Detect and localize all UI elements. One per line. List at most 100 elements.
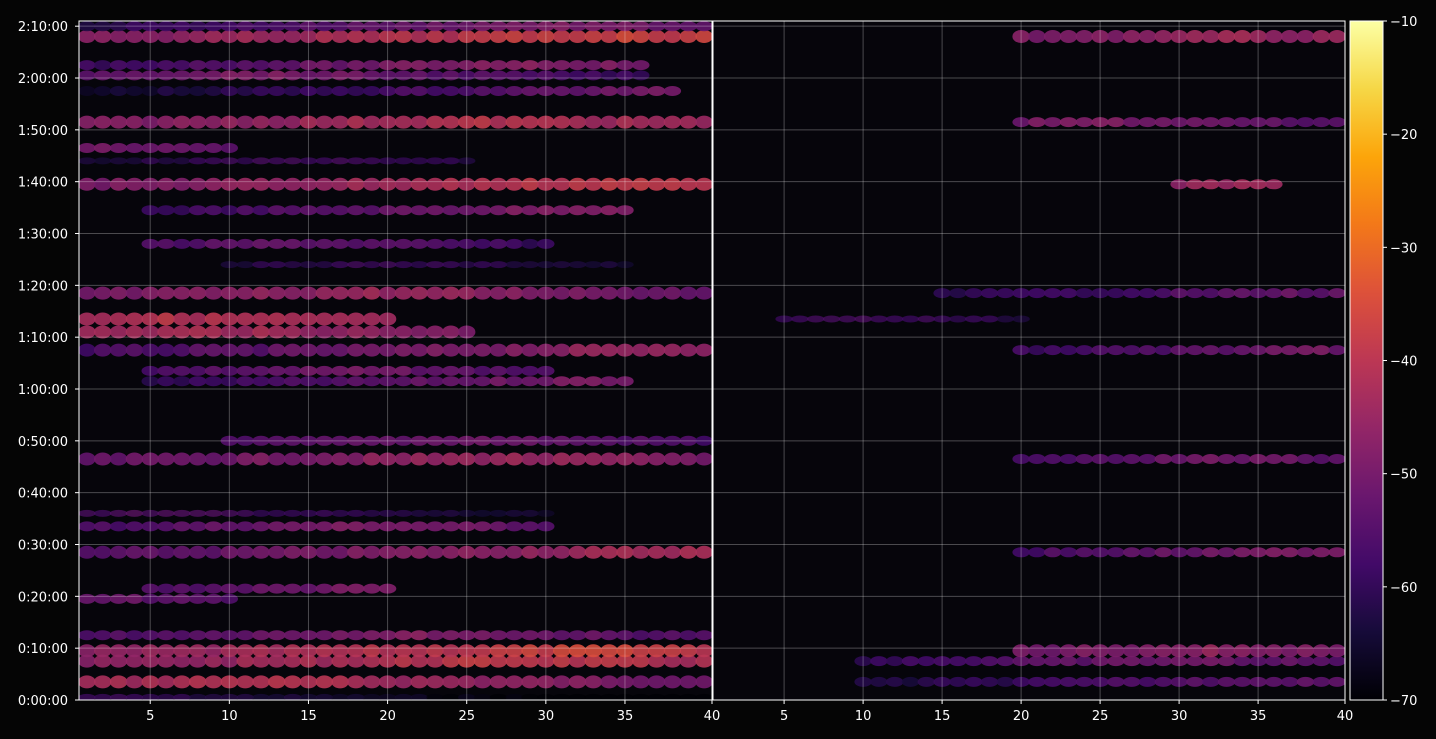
heatmap-cell-left-r9-x28 xyxy=(505,509,523,517)
heatmap-cell-left-r25-x28 xyxy=(505,86,523,96)
heatmap-cell-left-r3-x32 xyxy=(568,644,587,658)
heatmap-cell-left-r23-x1 xyxy=(79,143,96,153)
heatmap-cell-left-r28-x2 xyxy=(94,30,112,43)
heatmap-cell-left-r21-x19 xyxy=(363,177,381,191)
heatmap-cell-left-r10-x37 xyxy=(647,452,666,466)
heatmap-cell-left-r21-x6 xyxy=(157,177,175,191)
heatmap-cell-left-r6-x19 xyxy=(363,583,381,594)
heatmap-cell-left-r19-x23 xyxy=(426,238,444,249)
heatmap-cell-right-r9-x21 xyxy=(1028,117,1046,128)
heatmap-cell-right-r5-x26 xyxy=(1107,345,1125,356)
heatmap-cell-left-r13-x29 xyxy=(521,365,539,376)
heatmap-cell-left-r13-x19 xyxy=(363,365,381,376)
heatmap-cell-left-r14-x31 xyxy=(553,343,571,357)
heatmap-cell-left-r25-x34 xyxy=(600,86,618,96)
heatmap-cell-left-r12-x19 xyxy=(363,376,381,387)
heatmap-cell-left-r1-x16 xyxy=(315,675,333,689)
x-tick-label-left-15: 15 xyxy=(300,709,317,724)
heatmap-cell-left-r24-x16 xyxy=(315,115,333,129)
heatmap-cell-left-r3-x19 xyxy=(363,644,381,658)
heatmap-cell-left-r22-x9 xyxy=(204,157,223,165)
heatmap-cell-left-r21-x37 xyxy=(647,177,666,191)
heatmap-cell-left-r17-x21 xyxy=(394,286,413,300)
heatmap-cell-left-r28-x18 xyxy=(347,30,365,43)
heatmap-cell-right-r7-x23 xyxy=(1059,288,1078,299)
heatmap-cell-right-r10-x37 xyxy=(1281,30,1299,43)
heatmap-cell-left-r7-x3 xyxy=(109,545,128,559)
heatmap-cell-left-r20-x27 xyxy=(489,205,508,216)
heatmap-cell-left-r10-x34 xyxy=(600,452,618,466)
heatmap-cell-left-r14-x17 xyxy=(331,343,349,357)
heatmap-cell-left-r20-x28 xyxy=(505,205,523,216)
heatmap-cell-left-r27-x24 xyxy=(442,60,460,71)
x-tick-label-right-15: 15 xyxy=(934,709,951,724)
heatmap-cell-left-r12-x9 xyxy=(204,376,223,387)
heatmap-cell-left-r12-x13 xyxy=(268,376,286,387)
heatmap-cell-left-r21-x2 xyxy=(94,177,112,191)
heatmap-cell-left-r25-x31 xyxy=(553,86,571,96)
heatmap-cell-left-r22-x22 xyxy=(410,157,428,165)
heatmap-cell-left-r8-x21 xyxy=(394,521,413,532)
heatmap-cell-left-r10-x11 xyxy=(236,452,254,466)
heatmap-cell-right-r6-x14 xyxy=(917,315,935,323)
x-tick-label-right-40: 40 xyxy=(1337,709,1354,724)
heatmap-cell-left-r27-x29 xyxy=(521,60,539,71)
heatmap-cell-right-r1-x21 xyxy=(1028,656,1046,667)
heatmap-cell-left-r18-x12 xyxy=(252,261,270,269)
heatmap-cell-right-r6-x9 xyxy=(838,315,856,323)
heatmap-cell-left-r13-x24 xyxy=(442,365,460,376)
heatmap-cell-left-r14-x33 xyxy=(584,343,602,357)
heatmap-cell-left-r7-x28 xyxy=(505,545,523,559)
heatmap-cell-left-r21-x24 xyxy=(442,177,460,191)
heatmap-cell-left-r4-x7 xyxy=(173,630,191,641)
heatmap-cell-left-r28-x23 xyxy=(426,30,444,43)
y-tick-label-11: 1:50:00 xyxy=(18,124,68,139)
heatmap-cell-left-r19-x24 xyxy=(442,238,460,249)
heatmap-cell-left-r25-x36 xyxy=(632,86,650,96)
heatmap-cell-left-r27-x12 xyxy=(252,60,270,71)
heatmap-cell-right-r5-x38 xyxy=(1296,345,1315,356)
heatmap-cell-left-r1-x32 xyxy=(568,675,587,689)
heatmap-cell-left-r18-x13 xyxy=(268,261,286,269)
heatmap-cell-left-r18-x24 xyxy=(442,261,460,269)
heatmap-cell-right-r7-x38 xyxy=(1296,288,1315,299)
heatmap-cell-left-r4-x39 xyxy=(679,630,697,641)
heatmap-cell-left-r8-x7 xyxy=(173,521,191,532)
heatmap-cell-right-r0-x33 xyxy=(1217,676,1236,687)
y-tick-label-13: 2:10:00 xyxy=(18,20,68,35)
heatmap-cell-left-r14-x36 xyxy=(632,343,650,357)
heatmap-cell-right-r9-x33 xyxy=(1217,117,1236,128)
heatmap-cell-left-r10-x9 xyxy=(204,452,223,466)
heatmap-cell-left-r20-x7 xyxy=(173,205,191,216)
heatmap-cell-left-r9-x14 xyxy=(283,509,302,517)
heatmap-cell-right-r3-x37 xyxy=(1281,547,1299,558)
heatmap-cell-left-r13-x27 xyxy=(489,365,508,376)
heatmap-cell-left-r9-x8 xyxy=(189,509,207,517)
heatmap-cell-right-r2-x22 xyxy=(1044,644,1062,658)
heatmap-cell-left-r6-x13 xyxy=(268,583,286,594)
heatmap-cell-left-r24-x6 xyxy=(157,115,175,129)
heatmap-cell-left-r3-x9 xyxy=(204,644,223,658)
heatmap-cell-left-r6-x6 xyxy=(157,583,175,594)
heatmap-cell-left-r17-x13 xyxy=(268,286,286,300)
heatmap-cell-left-r20-x32 xyxy=(568,205,587,216)
heatmap-cell-left-r25-x13 xyxy=(268,86,286,96)
heatmap-cell-left-r15-x7 xyxy=(173,325,191,339)
heatmap-cell-left-r24-x36 xyxy=(632,115,650,129)
heatmap-cell-right-r4-x33 xyxy=(1217,454,1236,464)
heatmap-cell-left-r8-x19 xyxy=(363,521,381,532)
heatmap-cell-left-r13-x13 xyxy=(268,365,286,376)
heatmap-cell-left-r6-x17 xyxy=(331,583,349,594)
heatmap-cell-left-r7-x26 xyxy=(473,545,492,559)
heatmap-cell-left-r21-x4 xyxy=(125,177,144,191)
heatmap-cell-left-r17-x28 xyxy=(505,286,523,300)
heatmap-cell-left-r9-x12 xyxy=(252,509,270,517)
heatmap-cell-right-r10-x32 xyxy=(1202,30,1220,43)
heatmap-cell-left-r14-x1 xyxy=(79,343,96,357)
x-tick-label-right-35: 35 xyxy=(1250,709,1267,724)
heatmap-cell-right-r1-x34 xyxy=(1233,656,1252,667)
heatmap-cell-left-r13-x6 xyxy=(157,365,175,376)
heatmap-cell-right-r9-x22 xyxy=(1044,117,1062,128)
heatmap-cell-left-r1-x21 xyxy=(394,675,413,689)
heatmap-cell-right-r5-x40 xyxy=(1328,345,1345,356)
